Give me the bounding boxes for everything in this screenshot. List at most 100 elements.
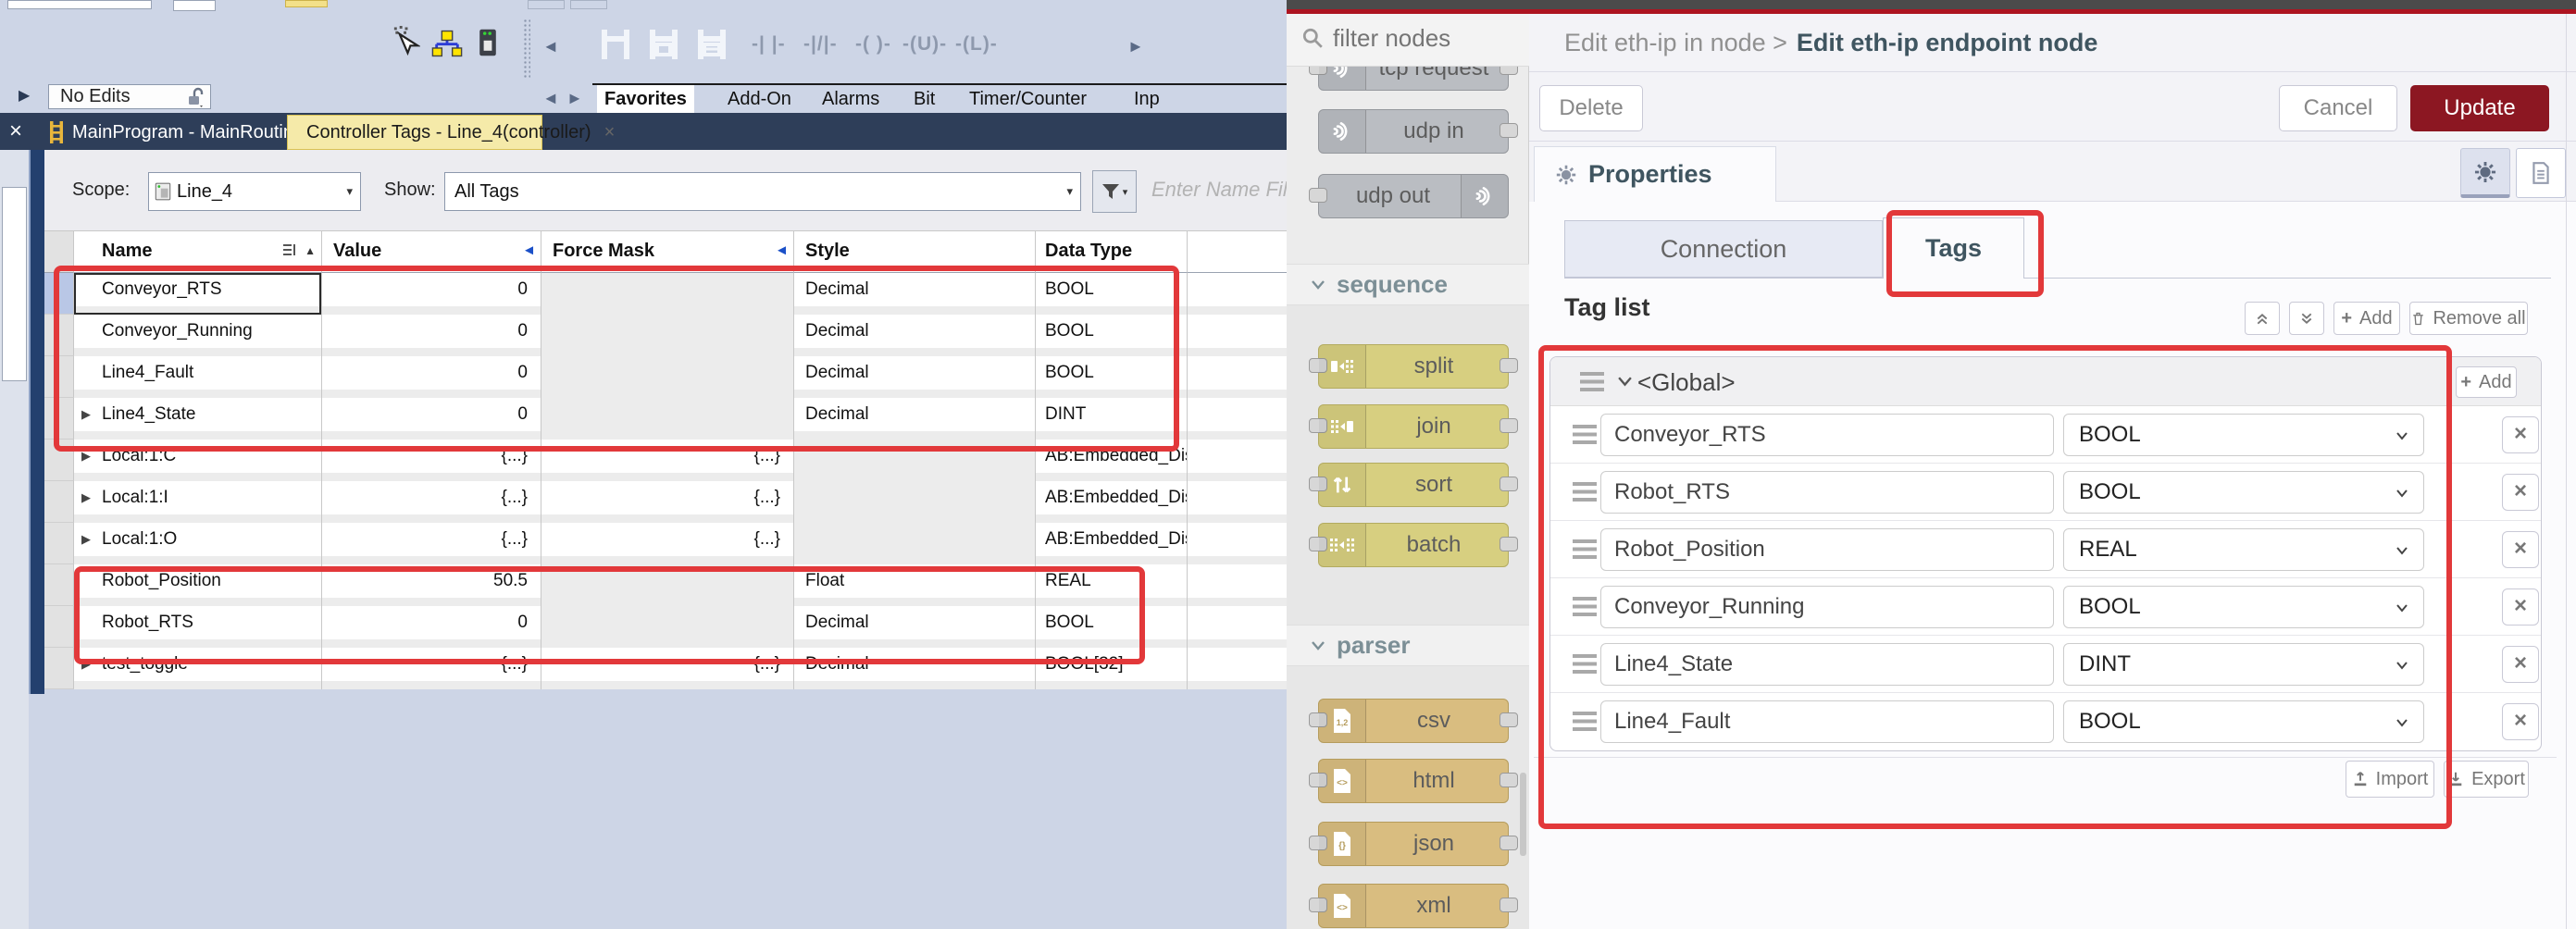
cell-data-type[interactable]: BOOL xyxy=(1036,356,1188,398)
cell-value[interactable]: 50.5 xyxy=(322,564,541,606)
scroll-left-icon[interactable]: ◄ xyxy=(542,37,559,56)
remove-tag-button[interactable]: × xyxy=(2502,416,2539,453)
otu-coil-icon[interactable]: -(U)- xyxy=(902,33,947,56)
cell-data-type[interactable]: AB:Embedded_Discre... xyxy=(1036,440,1188,481)
cell-force-mask[interactable]: {...} xyxy=(541,481,794,523)
column-header-style[interactable]: Style xyxy=(794,231,1036,273)
expand-icon[interactable]: ▶ xyxy=(81,440,91,473)
xic-contact-icon[interactable]: -| |- xyxy=(752,33,786,56)
palette-node-batch[interactable]: batch xyxy=(1318,523,1509,567)
remove-tag-button[interactable]: × xyxy=(2502,646,2539,683)
cell-value[interactable]: {...} xyxy=(322,523,541,564)
palette-node-html[interactable]: <> html xyxy=(1318,759,1509,803)
cell-data-type[interactable]: BOOL xyxy=(1036,606,1188,648)
tab-mainprogram-mainroutine[interactable]: MainProgram - MainRoutine xyxy=(37,115,315,150)
otl-coil-icon[interactable]: -(L)- xyxy=(955,33,998,56)
cell-name[interactable]: ▶Local:1:C xyxy=(74,440,322,481)
group-add-button[interactable]: +Add xyxy=(2456,366,2517,398)
row-gutter[interactable] xyxy=(44,440,74,481)
table-row-local-1-c[interactable]: ▶Local:1:C {...} {...} AB:Embedded_Discr… xyxy=(44,440,1287,481)
palette-section-parser[interactable]: parser xyxy=(1287,625,1529,666)
cell-name[interactable]: Robot_RTS xyxy=(74,606,322,648)
remove-all-button[interactable]: Remove all xyxy=(2409,302,2528,335)
cell-value[interactable]: 0 xyxy=(322,356,541,398)
collapsed-panel-fragment[interactable] xyxy=(2,187,27,381)
table-row-local-1-i[interactable]: ▶Local:1:I {...} {...} AB:Embedded_Discr… xyxy=(44,481,1287,523)
cell-force-mask[interactable] xyxy=(541,273,794,315)
drag-handle-icon[interactable] xyxy=(1573,539,1597,559)
tag-type-select[interactable]: BOOL xyxy=(2063,471,2424,514)
palette-node-json[interactable]: {} json xyxy=(1318,822,1509,866)
tag-type-select[interactable]: DINT xyxy=(2063,643,2424,686)
palette-search[interactable] xyxy=(1287,14,1529,67)
cell-value[interactable]: 0 xyxy=(322,398,541,440)
cell-name[interactable]: Conveyor_RTS xyxy=(74,273,322,315)
tabs-scroll-right-icon[interactable]: ► xyxy=(566,89,583,108)
cell-style[interactable]: Decimal xyxy=(794,648,1036,689)
table-row-conveyor-running[interactable]: Conveyor_Running 0 Decimal BOOL xyxy=(44,315,1287,356)
show-select[interactable]: All Tags ▾ xyxy=(444,172,1081,211)
toolbar-drag-handle[interactable] xyxy=(523,19,530,78)
tag-name-input[interactable] xyxy=(1600,414,2054,456)
tag-type-select[interactable]: BOOL xyxy=(2063,586,2424,628)
tab-connection[interactable]: Connection xyxy=(1564,220,1883,278)
instruction-tab-alarms[interactable]: Alarms xyxy=(815,85,887,113)
cell-force-mask[interactable] xyxy=(541,606,794,648)
row-gutter[interactable] xyxy=(44,523,74,564)
tab-controller-tags[interactable]: Controller Tags - Line_4(controller) × xyxy=(287,115,542,150)
tag-name-input[interactable] xyxy=(1600,528,2054,571)
controller-module-icon[interactable] xyxy=(478,26,498,59)
ote-coil-icon[interactable]: -( )- xyxy=(855,33,891,56)
collapse-column-icon[interactable]: ◄ xyxy=(775,231,789,270)
remove-tag-button[interactable]: × xyxy=(2502,474,2539,511)
palette-scroll-area[interactable]: tcp request udp in udp out sequence xyxy=(1287,67,1529,929)
table-row-line4-fault[interactable]: Line4_Fault 0 Decimal BOOL xyxy=(44,356,1287,398)
drag-handle-icon[interactable] xyxy=(1573,482,1597,502)
instruction-tab-favorites[interactable]: Favorites xyxy=(597,85,694,113)
expand-icon[interactable]: ▶ xyxy=(81,523,91,556)
palette-node-sort[interactable]: sort xyxy=(1318,463,1509,507)
tag-name-input[interactable] xyxy=(1600,471,2054,514)
tag-group-header[interactable]: <Global> +Add xyxy=(1550,357,2541,406)
new-rung-icon[interactable] xyxy=(595,26,636,63)
instruction-tab-addon[interactable]: Add-On xyxy=(720,85,799,113)
row-gutter[interactable] xyxy=(44,315,74,356)
drag-handle-icon[interactable] xyxy=(1580,372,1604,391)
tag-name-input[interactable] xyxy=(1600,643,2054,686)
cell-data-type[interactable]: BOOL[32] xyxy=(1036,648,1188,689)
name-filter-placeholder[interactable]: Enter Name Filt xyxy=(1151,178,1293,202)
collapse-column-icon[interactable]: ◄ xyxy=(522,231,536,270)
tag-name-input[interactable] xyxy=(1600,700,2054,743)
cell-style[interactable]: Float xyxy=(794,564,1036,606)
filter-button[interactable]: ▾ xyxy=(1092,170,1137,213)
row-gutter[interactable] xyxy=(44,398,74,440)
close-pane-icon[interactable]: × xyxy=(9,118,22,144)
palette-node-udp-out[interactable]: udp out xyxy=(1318,174,1509,218)
column-header-data-type[interactable]: Data Type xyxy=(1036,231,1188,273)
cell-value[interactable]: 0 xyxy=(322,606,541,648)
drag-handle-icon[interactable] xyxy=(1573,425,1597,444)
expand-icon[interactable]: ▶ xyxy=(81,648,91,681)
palette-node-udp-in[interactable]: udp in xyxy=(1318,109,1509,154)
new-branch-icon[interactable] xyxy=(643,26,684,63)
column-header-name[interactable]: Name ▲ xyxy=(74,231,322,273)
cancel-button[interactable]: Cancel xyxy=(2279,85,2397,131)
pane-splitter[interactable] xyxy=(29,150,44,694)
drag-handle-icon[interactable] xyxy=(1573,597,1597,616)
palette-node-xml[interactable]: <> xml xyxy=(1318,884,1509,928)
drag-handle-icon[interactable] xyxy=(1573,654,1597,674)
cell-name[interactable]: ▶test_toggle xyxy=(74,648,322,689)
cell-force-mask[interactable] xyxy=(541,564,794,606)
table-row-conveyor-rts[interactable]: Conveyor_RTS 0 Decimal BOOL xyxy=(44,273,1287,315)
column-header-value[interactable]: Value ◄ xyxy=(322,231,541,273)
breadcrumb-parent[interactable]: Edit eth-ip in node > xyxy=(1564,29,1787,57)
cell-force-mask[interactable]: {...} xyxy=(541,523,794,564)
cell-data-type[interactable]: REAL xyxy=(1036,564,1188,606)
cell-style[interactable]: Decimal xyxy=(794,315,1036,356)
cell-data-type[interactable]: AB:Embedded_Discre... xyxy=(1036,523,1188,564)
unlock-icon[interactable] xyxy=(186,87,205,107)
cell-name[interactable]: Conveyor_Running xyxy=(74,315,322,356)
delete-button[interactable]: Delete xyxy=(1539,85,1643,131)
scope-select[interactable]: Line_4 ▾ xyxy=(148,172,361,211)
column-header-force-mask[interactable]: Force Mask ◄ xyxy=(541,231,794,273)
